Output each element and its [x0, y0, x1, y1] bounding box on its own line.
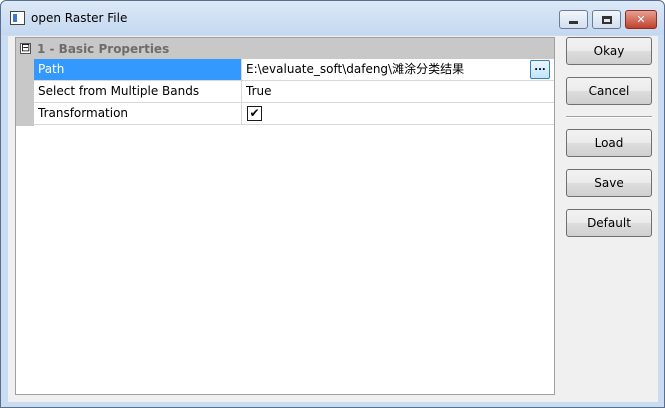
window-app-icon — [10, 11, 25, 25]
close-button[interactable]: ✕ — [625, 10, 657, 29]
maximize-icon — [601, 15, 612, 24]
save-button[interactable]: Save — [566, 169, 652, 197]
minimize-button[interactable] — [559, 10, 588, 29]
cancel-button[interactable]: Cancel — [566, 77, 652, 105]
close-icon: ✕ — [636, 13, 646, 26]
window-title: open Raster File — [31, 11, 128, 25]
dialog-client-area: ⊟ 1 - Basic Properties Path E:\evaluate_… — [8, 36, 658, 402]
property-row-transformation[interactable]: Transformation ✔ — [34, 103, 554, 125]
browse-button[interactable]: ... — [530, 60, 550, 79]
property-name-path[interactable]: Path — [34, 59, 242, 80]
title-bar[interactable]: open Raster File ✕ — [1, 1, 664, 35]
dialog-window: open Raster File ✕ ⊟ 1 - Basic Propertie… — [0, 0, 665, 408]
load-button[interactable]: Load — [566, 129, 652, 157]
maximize-button[interactable] — [592, 10, 621, 29]
category-basic-properties[interactable]: ⊟ 1 - Basic Properties — [16, 38, 554, 59]
default-button[interactable]: Default — [566, 209, 652, 237]
transformation-checkbox[interactable]: ✔ — [247, 106, 262, 121]
property-name-transformation[interactable]: Transformation — [34, 103, 242, 124]
collapse-toggle-icon[interactable]: ⊟ — [20, 42, 31, 54]
property-value-select-bands[interactable]: True — [243, 81, 553, 102]
button-separator — [566, 116, 652, 118]
okay-button[interactable]: Okay — [566, 37, 652, 65]
property-grid[interactable]: ⊟ 1 - Basic Properties Path E:\evaluate_… — [15, 37, 555, 395]
minimize-icon — [569, 21, 578, 24]
property-row-path[interactable]: Path E:\evaluate_soft\dafeng\滩涂分类结果 ... — [34, 59, 554, 81]
category-label: 1 - Basic Properties — [37, 42, 170, 56]
property-name-select-bands[interactable]: Select from Multiple Bands — [34, 81, 242, 102]
property-row-select-bands[interactable]: Select from Multiple Bands True — [34, 81, 554, 103]
category-side-strip — [16, 59, 34, 126]
property-value-path[interactable]: E:\evaluate_soft\dafeng\滩涂分类结果 — [243, 59, 553, 80]
property-value-transformation[interactable]: ✔ — [243, 103, 553, 124]
